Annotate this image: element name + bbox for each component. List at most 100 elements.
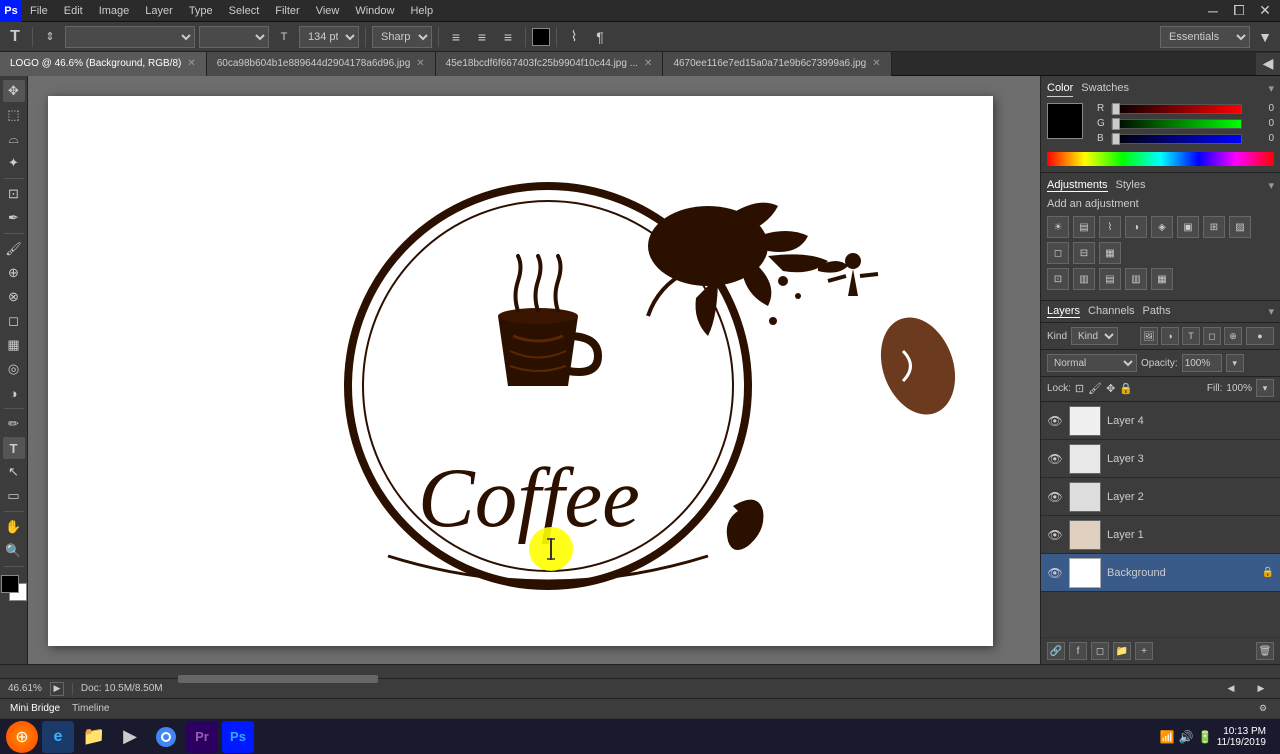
text-color-swatch[interactable] xyxy=(532,28,550,46)
brightness-adj-icon[interactable]: ☀ xyxy=(1047,216,1069,238)
taskbar-chrome-icon[interactable] xyxy=(150,721,182,753)
dodge-tool[interactable]: ◑ xyxy=(3,382,25,404)
magic-wand-tool[interactable]: ✦ xyxy=(3,152,25,174)
blur-tool[interactable]: ◎ xyxy=(3,358,25,380)
layers-panel-collapse-icon[interactable]: ▾ xyxy=(1268,305,1274,318)
filter-type-icon[interactable]: T xyxy=(1182,327,1200,345)
shape-tool[interactable]: ▭ xyxy=(3,485,25,507)
healing-tool[interactable]: ⊗ xyxy=(3,286,25,308)
font-size-select[interactable]: 134 pt xyxy=(299,26,359,48)
invert-adj-icon[interactable]: ⊡ xyxy=(1047,268,1069,290)
eraser-tool[interactable]: ◻ xyxy=(3,310,25,332)
red-slider[interactable] xyxy=(1111,104,1242,114)
tab-logo-close[interactable]: ✕ xyxy=(187,58,195,69)
restore-button[interactable]: ⧠ xyxy=(1228,0,1250,22)
pen-tool[interactable]: ✏ xyxy=(3,413,25,435)
character-panel-icon[interactable]: ¶ xyxy=(589,26,611,48)
add-style-btn[interactable]: f xyxy=(1069,642,1087,660)
photofilt-adj-icon[interactable]: ◻ xyxy=(1047,242,1069,264)
taskbar-folder-icon[interactable]: 📁 xyxy=(78,721,110,753)
green-slider[interactable] xyxy=(1111,119,1242,129)
filter-adj-icon[interactable]: ◑ xyxy=(1161,327,1179,345)
exposure-adj-icon[interactable]: ◑ xyxy=(1125,216,1147,238)
layer-4-visibility[interactable]: 👁 xyxy=(1047,413,1063,429)
scroll-thumb[interactable] xyxy=(178,675,378,683)
menu-image[interactable]: Image xyxy=(91,0,138,22)
selectcolor-adj-icon[interactable]: ▦ xyxy=(1151,268,1173,290)
channel-adj-icon[interactable]: ⊟ xyxy=(1073,242,1095,264)
workspace-select[interactable]: Essentials xyxy=(1160,26,1250,48)
layer-item-2[interactable]: 👁 Layer 2 xyxy=(1041,478,1280,516)
tab-layers[interactable]: Layers xyxy=(1047,305,1080,318)
filter-shape-icon[interactable]: ◻ xyxy=(1203,327,1221,345)
mini-bridge-tab[interactable]: Mini Bridge xyxy=(6,703,64,714)
taskbar-premiere-icon[interactable]: Pr xyxy=(186,721,218,753)
vibrance-adj-icon[interactable]: ◈ xyxy=(1151,216,1173,238)
gradient-adj-icon[interactable]: ▥ xyxy=(1125,268,1147,290)
type-tool[interactable]: T xyxy=(3,437,25,459)
timeline-tab[interactable]: Timeline xyxy=(68,703,113,714)
gradient-tool[interactable]: ▦ xyxy=(3,334,25,356)
color-picker[interactable] xyxy=(1,575,27,601)
text-orient-icon[interactable]: ⇕ xyxy=(39,26,61,48)
opacity-stepper[interactable]: ▾ xyxy=(1226,354,1244,372)
path-select-tool[interactable]: ↖ xyxy=(3,461,25,483)
color-spectrum[interactable] xyxy=(1047,152,1274,166)
new-group-btn[interactable]: 📁 xyxy=(1113,642,1131,660)
anti-alias-select[interactable]: Sharp xyxy=(372,26,432,48)
menu-help[interactable]: Help xyxy=(402,0,441,22)
align-right-icon[interactable]: ≡ xyxy=(497,26,519,48)
filter-toggle[interactable]: ● xyxy=(1246,327,1274,345)
filter-select[interactable]: Kind xyxy=(1071,327,1118,345)
zoom-info-btn[interactable]: ▶ xyxy=(50,682,64,696)
type-tool-icon[interactable]: T xyxy=(4,26,26,48)
taskbar-media-icon[interactable]: ▶ xyxy=(114,721,146,753)
move-tool[interactable]: ✥ xyxy=(3,80,25,102)
tab-adjustments[interactable]: Adjustments xyxy=(1047,179,1108,192)
layer-item-4[interactable]: 👁 Layer 4 xyxy=(1041,402,1280,440)
workspace-options-icon[interactable]: ▼ xyxy=(1254,26,1276,48)
hand-tool[interactable]: ✋ xyxy=(3,516,25,538)
menu-type[interactable]: Type xyxy=(181,0,221,22)
lock-transparent-icon[interactable]: ⊡ xyxy=(1075,382,1084,395)
delete-layer-btn[interactable]: 🗑 xyxy=(1256,642,1274,660)
colorbal-adj-icon[interactable]: ⊞ xyxy=(1203,216,1225,238)
new-layer-btn[interactable]: + xyxy=(1135,642,1153,660)
threshold-adj-icon[interactable]: ▤ xyxy=(1099,268,1121,290)
adj-collapse-icon[interactable]: ▾ xyxy=(1268,179,1274,192)
menu-select[interactable]: Select xyxy=(221,0,268,22)
blue-slider[interactable] xyxy=(1111,134,1242,144)
opacity-input[interactable] xyxy=(1182,354,1222,372)
layer-item-3[interactable]: 👁 Layer 3 xyxy=(1041,440,1280,478)
panel-collapse-icon[interactable]: ▾ xyxy=(1268,82,1274,97)
tab-1-close[interactable]: ✕ xyxy=(416,58,424,69)
eyedropper-tool[interactable]: ✒ xyxy=(3,207,25,229)
nav-next-icon[interactable]: ▶ xyxy=(1250,678,1272,700)
posterize-adj-icon[interactable]: ▥ xyxy=(1073,268,1095,290)
close-button[interactable]: ✕ xyxy=(1254,0,1276,22)
bw-adj-icon[interactable]: ▨ xyxy=(1229,216,1251,238)
curves-adj-icon[interactable]: ⌇ xyxy=(1099,216,1121,238)
align-center-icon[interactable]: ≡ xyxy=(471,26,493,48)
clone-tool[interactable]: ⊕ xyxy=(3,262,25,284)
filter-pixel-icon[interactable]: 🖼 xyxy=(1140,327,1158,345)
warp-text-icon[interactable]: ⌇ xyxy=(563,26,585,48)
layer-item-1[interactable]: 👁 Layer 1 xyxy=(1041,516,1280,554)
lock-paint-icon[interactable]: 🖌 xyxy=(1088,382,1102,395)
lock-all-icon[interactable]: 🔒 xyxy=(1119,382,1133,395)
crop-tool[interactable]: ⊡ xyxy=(3,183,25,205)
tab-2-close[interactable]: ✕ xyxy=(644,58,652,69)
huesat-adj-icon[interactable]: ▣ xyxy=(1177,216,1199,238)
zoom-tool[interactable]: 🔍 xyxy=(3,540,25,562)
blend-mode-select[interactable]: Normal xyxy=(1047,354,1137,372)
align-left-icon[interactable]: ≡ xyxy=(445,26,467,48)
filter-smart-icon[interactable]: ⊕ xyxy=(1224,327,1242,345)
canvas-area[interactable]: Coffee xyxy=(28,76,1040,664)
menu-edit[interactable]: Edit xyxy=(56,0,91,22)
menu-window[interactable]: Window xyxy=(347,0,402,22)
menu-filter[interactable]: Filter xyxy=(267,0,307,22)
tab-color[interactable]: Color xyxy=(1047,82,1073,97)
lasso-tool[interactable]: ⌓ xyxy=(3,128,25,150)
taskbar-photoshop-icon[interactable]: Ps xyxy=(222,721,254,753)
fill-stepper[interactable]: ▾ xyxy=(1256,379,1274,397)
